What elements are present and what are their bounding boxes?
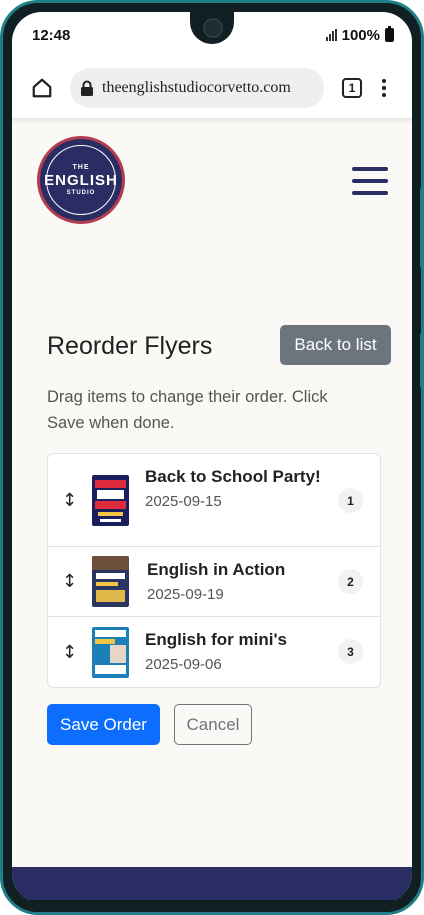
- flyer-title: English in Action: [147, 560, 286, 579]
- site-logo[interactable]: THE ENGLISH STUDIO: [37, 136, 125, 224]
- hamburger-menu-icon[interactable]: [352, 167, 388, 195]
- flyer-date: 2025-09-06: [145, 656, 222, 673]
- drag-handle-icon[interactable]: ↕: [62, 490, 77, 511]
- list-item[interactable]: ↕ Back to School Party! 2025-09-15 1: [48, 454, 380, 547]
- lock-icon: [81, 80, 93, 96]
- tab-switcher-button[interactable]: 1: [336, 72, 368, 104]
- flyer-thumbnail: [92, 556, 129, 607]
- address-bar[interactable]: theenglishstudiocorvetto.com: [70, 68, 324, 108]
- url-text: theenglishstudiocorvetto.com: [102, 79, 291, 96]
- status-indicators: 100%: [325, 26, 394, 44]
- flyer-thumbnail: [92, 627, 129, 678]
- site-footer: [12, 867, 412, 903]
- order-badge: 2: [338, 569, 363, 594]
- more-menu-icon[interactable]: [368, 72, 400, 104]
- list-item[interactable]: ↕ English for mini's 2025-09-06 3: [48, 617, 380, 688]
- page-title: Reorder Flyers: [47, 332, 213, 360]
- order-badge: 1: [338, 488, 363, 513]
- back-to-list-button[interactable]: Back to list: [280, 325, 391, 365]
- battery-icon: [385, 26, 394, 42]
- screen: 12:48 100% theenglishstudiocorvetto.com …: [12, 12, 412, 903]
- status-time: 12:48: [32, 26, 71, 44]
- home-icon[interactable]: [26, 72, 58, 104]
- flyer-date: 2025-09-15: [145, 493, 222, 510]
- bottom-bezel: [3, 900, 421, 912]
- order-badge: 3: [338, 639, 363, 664]
- cancel-button[interactable]: Cancel: [174, 704, 252, 745]
- flyer-date: 2025-09-19: [147, 586, 224, 603]
- flyer-list: ↕ Back to School Party! 2025-09-15 1 ↕ E…: [47, 453, 381, 688]
- phone-frame: 12:48 100% theenglishstudiocorvetto.com …: [0, 0, 424, 915]
- camera-notch: [190, 12, 234, 44]
- side-button-volume: [420, 333, 421, 388]
- flyer-thumbnail: [92, 475, 129, 526]
- signal-icon: [325, 29, 337, 41]
- flyer-title: Back to School Party!: [145, 467, 321, 486]
- list-item[interactable]: ↕ English in Action 2025-09-19 2: [48, 547, 380, 617]
- flyer-title: English for mini's: [145, 630, 287, 649]
- tab-count: 1: [342, 78, 362, 98]
- side-button-power: [420, 188, 421, 268]
- drag-handle-icon[interactable]: ↕: [62, 571, 77, 592]
- instructions-text: Drag items to change their order. Click …: [47, 388, 328, 432]
- browser-toolbar: theenglishstudiocorvetto.com 1: [12, 58, 412, 118]
- drag-handle-icon[interactable]: ↕: [62, 642, 77, 663]
- status-bar: 12:48 100%: [12, 12, 412, 58]
- save-order-button[interactable]: Save Order: [47, 704, 160, 745]
- battery-percent: 100%: [341, 26, 380, 44]
